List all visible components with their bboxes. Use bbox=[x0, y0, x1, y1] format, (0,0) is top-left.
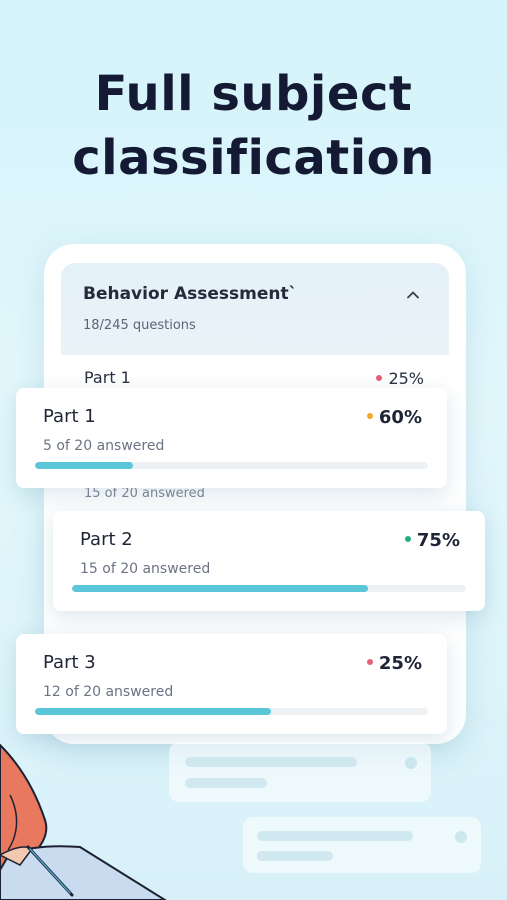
part-title: Part 1 bbox=[43, 406, 96, 427]
part-card[interactable]: Part 2 75% 15 of 20 answered bbox=[53, 511, 485, 611]
progress-track bbox=[72, 585, 466, 592]
background-row-percent: 25% bbox=[376, 369, 424, 388]
headline-line-2: classification bbox=[72, 130, 435, 186]
part-percent: 60% bbox=[366, 407, 422, 428]
part-title: Part 2 bbox=[80, 529, 133, 550]
part-answered: 12 of 20 answered bbox=[43, 684, 174, 700]
status-dot-icon bbox=[366, 413, 373, 419]
person-illustration bbox=[0, 743, 167, 900]
part-percent-value: 60% bbox=[378, 407, 422, 428]
section-header[interactable]: Behavior Assessment` 18/245 questions bbox=[61, 263, 449, 355]
headline-line-1: Full subject bbox=[94, 66, 413, 122]
status-dot-icon bbox=[366, 659, 373, 665]
progress-track bbox=[35, 708, 428, 715]
placeholder-card bbox=[169, 742, 431, 802]
part-card[interactable]: Part 1 60% 5 of 20 answered bbox=[16, 388, 447, 488]
placeholder-card bbox=[243, 817, 481, 873]
progress-track bbox=[35, 462, 428, 469]
part-percent: 75% bbox=[404, 530, 460, 551]
headline: Full subject classification bbox=[0, 62, 507, 190]
section-title: Behavior Assessment` bbox=[83, 284, 298, 304]
background-row-percent-value: 25% bbox=[388, 369, 424, 388]
part-percent-value: 25% bbox=[378, 653, 422, 674]
progress-fill bbox=[72, 585, 368, 592]
background-row-answered: 15 of 20 answered bbox=[84, 486, 205, 501]
part-title: Part 3 bbox=[43, 652, 96, 673]
status-dot-icon bbox=[404, 536, 411, 542]
section-question-count: 18/245 questions bbox=[83, 318, 196, 333]
progress-fill bbox=[35, 462, 134, 469]
part-percent-value: 75% bbox=[416, 530, 460, 551]
chevron-up-icon[interactable] bbox=[407, 289, 419, 301]
part-card[interactable]: Part 3 25% 12 of 20 answered bbox=[16, 634, 447, 734]
background-row-title: Part 1 bbox=[84, 368, 131, 387]
part-percent: 25% bbox=[366, 653, 422, 674]
part-answered: 5 of 20 answered bbox=[43, 438, 165, 454]
part-answered: 15 of 20 answered bbox=[80, 561, 211, 577]
status-dot-icon bbox=[376, 374, 383, 381]
progress-fill bbox=[35, 708, 271, 715]
